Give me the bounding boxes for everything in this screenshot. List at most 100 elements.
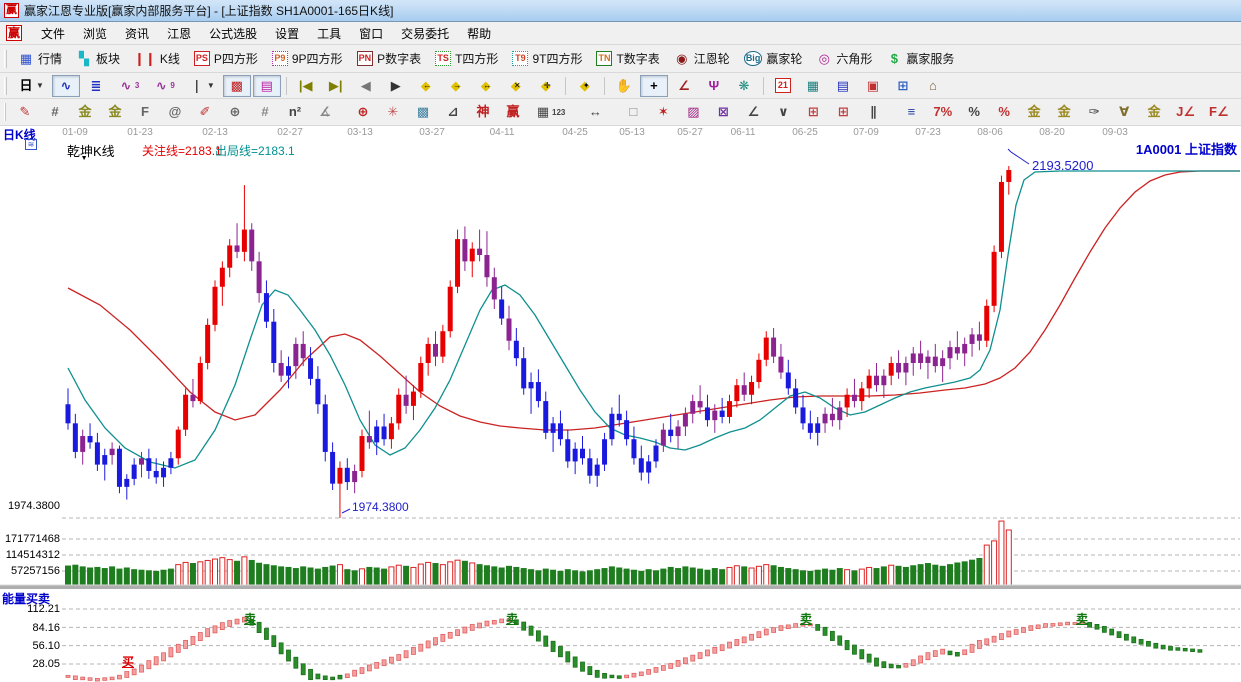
zoom-in-button[interactable]: ◆✕ [502, 75, 530, 97]
square-burst-tool[interactable]: ▩ [409, 101, 437, 123]
angle-measure-tool[interactable]: ∠ [670, 75, 698, 97]
gold-red-line-tool[interactable]: 金 [1140, 101, 1168, 123]
period-day-dropdown[interactable]: 日▼ [12, 75, 50, 97]
percent-gold-tool[interactable]: % [990, 101, 1018, 123]
calendar-21-button[interactable]: 21 [769, 75, 797, 97]
red-grid-1-tool[interactable]: ⊞ [799, 101, 827, 123]
small-grid-tool[interactable]: # [251, 101, 279, 123]
menu-item-1[interactable]: 文件 [32, 23, 74, 44]
percent-line-tool[interactable]: 7% [927, 101, 958, 123]
parallel-lines-tool[interactable]: ∥ [859, 101, 887, 123]
zoom-horiz-button[interactable]: ◆↔ [472, 75, 500, 97]
notes-button[interactable]: ▤ [829, 75, 857, 97]
p-digit-button[interactable]: PNP数字表 [351, 48, 428, 70]
info-list[interactable]: ≣ [82, 75, 110, 97]
wave-9-tool[interactable]: ∿9 [147, 75, 180, 97]
circle-cycle-tool[interactable]: ⊕ [221, 101, 249, 123]
gold-angle-tool[interactable]: 金∠ [1237, 101, 1241, 123]
grid-123-tool[interactable]: ▦123 [529, 101, 571, 123]
kline-type-dropdown[interactable]: 乾坤K线▼ [67, 141, 88, 162]
gold-grid-1-tool[interactable]: 金 [71, 101, 99, 123]
pattern-tool[interactable]: ❋ [730, 75, 758, 97]
measure-width-tool[interactable]: ↔ [581, 101, 609, 123]
zoom-all-button[interactable]: ◆✛ [532, 75, 560, 97]
quotes-button[interactable]: ▦行情 [12, 48, 68, 70]
qiankun-kline-tool[interactable]: ▩ [223, 75, 251, 97]
gold-grid-2-tool[interactable]: 金 [101, 101, 129, 123]
toolbar-navigation: 日▼∿≣∿3∿9❘▼▩▤|◀▶|◀▶◆←◆→◆↔◆✕◆✛◆✦✋+∠Ψ❋21▦▤▣… [0, 73, 1241, 99]
winner-service-button[interactable]: $赢家服务 [880, 48, 960, 70]
calculator-button[interactable]: ▦ [799, 75, 827, 97]
p-square-button[interactable]: PSP四方形 [188, 48, 264, 70]
zoom-left-button[interactable]: ◆← [412, 75, 440, 97]
go-last-button[interactable]: ▶| [322, 75, 350, 97]
box-rays-tool[interactable]: ▨ [679, 101, 707, 123]
gann-box-tool[interactable]: Ψ [700, 75, 728, 97]
chart-corner-icon[interactable]: ≋ [25, 139, 37, 150]
volume-profile-tool[interactable]: ▤ [253, 75, 281, 97]
kline-button-label: K线 [160, 50, 180, 67]
wave-3-tool[interactable]: ∿3 [112, 75, 145, 97]
menu-item-4[interactable]: 江恩 [158, 23, 200, 44]
spiral-tool[interactable]: @ [161, 101, 189, 123]
zoom-right-button[interactable]: ◆→ [442, 75, 470, 97]
j-angle-tool[interactable]: J∠ [1170, 101, 1201, 123]
circle-cross-tool[interactable]: ⊕ [349, 101, 377, 123]
kline-button[interactable]: ❙❙K线 [128, 48, 186, 70]
menu-item-7[interactable]: 工具 [308, 23, 350, 44]
crosshair-tool[interactable]: + [640, 75, 668, 97]
go-first-button[interactable]: |◀ [292, 75, 320, 97]
red-grid-2-tool[interactable]: ⊞ [829, 101, 857, 123]
pan-hand-tool[interactable]: ✋ [610, 75, 638, 97]
prev-page-button[interactable]: ◀ [352, 75, 380, 97]
menu-item-6[interactable]: 设置 [266, 23, 308, 44]
gold-line-tool[interactable]: 金 [1050, 101, 1078, 123]
ray-fan-tool[interactable]: ✶ [649, 101, 677, 123]
brush-tool[interactable]: ✑ [1080, 101, 1108, 123]
menu-item-3[interactable]: 资讯 [116, 23, 158, 44]
kline-chart-canvas[interactable] [0, 126, 1241, 682]
percent-tool[interactable]: % [960, 101, 988, 123]
menu-item-2[interactable]: 浏览 [74, 23, 116, 44]
pen-ruler-tool[interactable]: ✐ [191, 101, 219, 123]
9p-square-button[interactable]: P99P四方形 [266, 48, 349, 70]
chart-area[interactable]: 日K线 ≋ 乾坤K线▼ 关注线=2183.1 出局线=2183.1 1A0001… [0, 126, 1241, 682]
win-grid-tool[interactable]: 赢 [499, 101, 527, 123]
menu-item-9[interactable]: 交易委托 [392, 23, 458, 44]
arrow-lines-tool[interactable]: ∠ [739, 101, 767, 123]
indicator-axis-label: 112.21 [2, 603, 60, 615]
next-page-button[interactable]: ▶ [382, 75, 410, 97]
winner-wheel-button[interactable]: Big赢家轮 [738, 48, 809, 70]
angle-a-tool[interactable]: ∡ [311, 101, 339, 123]
menu-item-10[interactable]: 帮助 [458, 23, 500, 44]
computer-button[interactable]: ⌂ [919, 75, 947, 97]
shen-grid-tool[interactable]: 神 [469, 101, 497, 123]
gold-circle-tool[interactable]: 金 [1020, 101, 1048, 123]
star-burst-tool[interactable]: ✳ [379, 101, 407, 123]
hexagon-button[interactable]: ◎六角形 [810, 48, 878, 70]
f-grid-tool[interactable]: F [131, 101, 159, 123]
t-square-button[interactable]: TST四方形 [429, 48, 504, 70]
9t-square-button[interactable]: T99T四方形 [506, 48, 588, 70]
menu-item-8[interactable]: 窗口 [350, 23, 392, 44]
box-tool[interactable]: □ [619, 101, 647, 123]
restore-scale-button[interactable]: ◆✦ [571, 75, 599, 97]
gann-wheel-button[interactable]: ◉江恩轮 [668, 48, 736, 70]
gann-grid-tool[interactable]: # [41, 101, 69, 123]
save-button[interactable]: ▣ [859, 75, 887, 97]
zigzag-tool[interactable]: ∨ [769, 101, 797, 123]
network-button[interactable]: ⊞ [889, 75, 917, 97]
pen-tool[interactable]: ✎ [11, 101, 39, 123]
menu-app-icon[interactable]: 赢 [6, 25, 22, 41]
kline-style-dropdown[interactable]: ❘▼ [183, 75, 221, 97]
angle-mark-tool[interactable]: ⊿ [439, 101, 467, 123]
n-square-tool[interactable]: n² [281, 101, 309, 123]
bull-tool[interactable]: ∀ [1110, 101, 1138, 123]
chart-steps-tool[interactable]: ≡ [897, 101, 925, 123]
menu-item-5[interactable]: 公式选股 [200, 23, 266, 44]
trend-tool[interactable]: ∿ [52, 75, 80, 97]
f-angle-tool[interactable]: F∠ [1203, 101, 1235, 123]
box-diag-tool[interactable]: ⊠ [709, 101, 737, 123]
t-digit-button[interactable]: TNT数字表 [590, 48, 665, 70]
sectors-button[interactable]: ▚板块 [70, 48, 126, 70]
